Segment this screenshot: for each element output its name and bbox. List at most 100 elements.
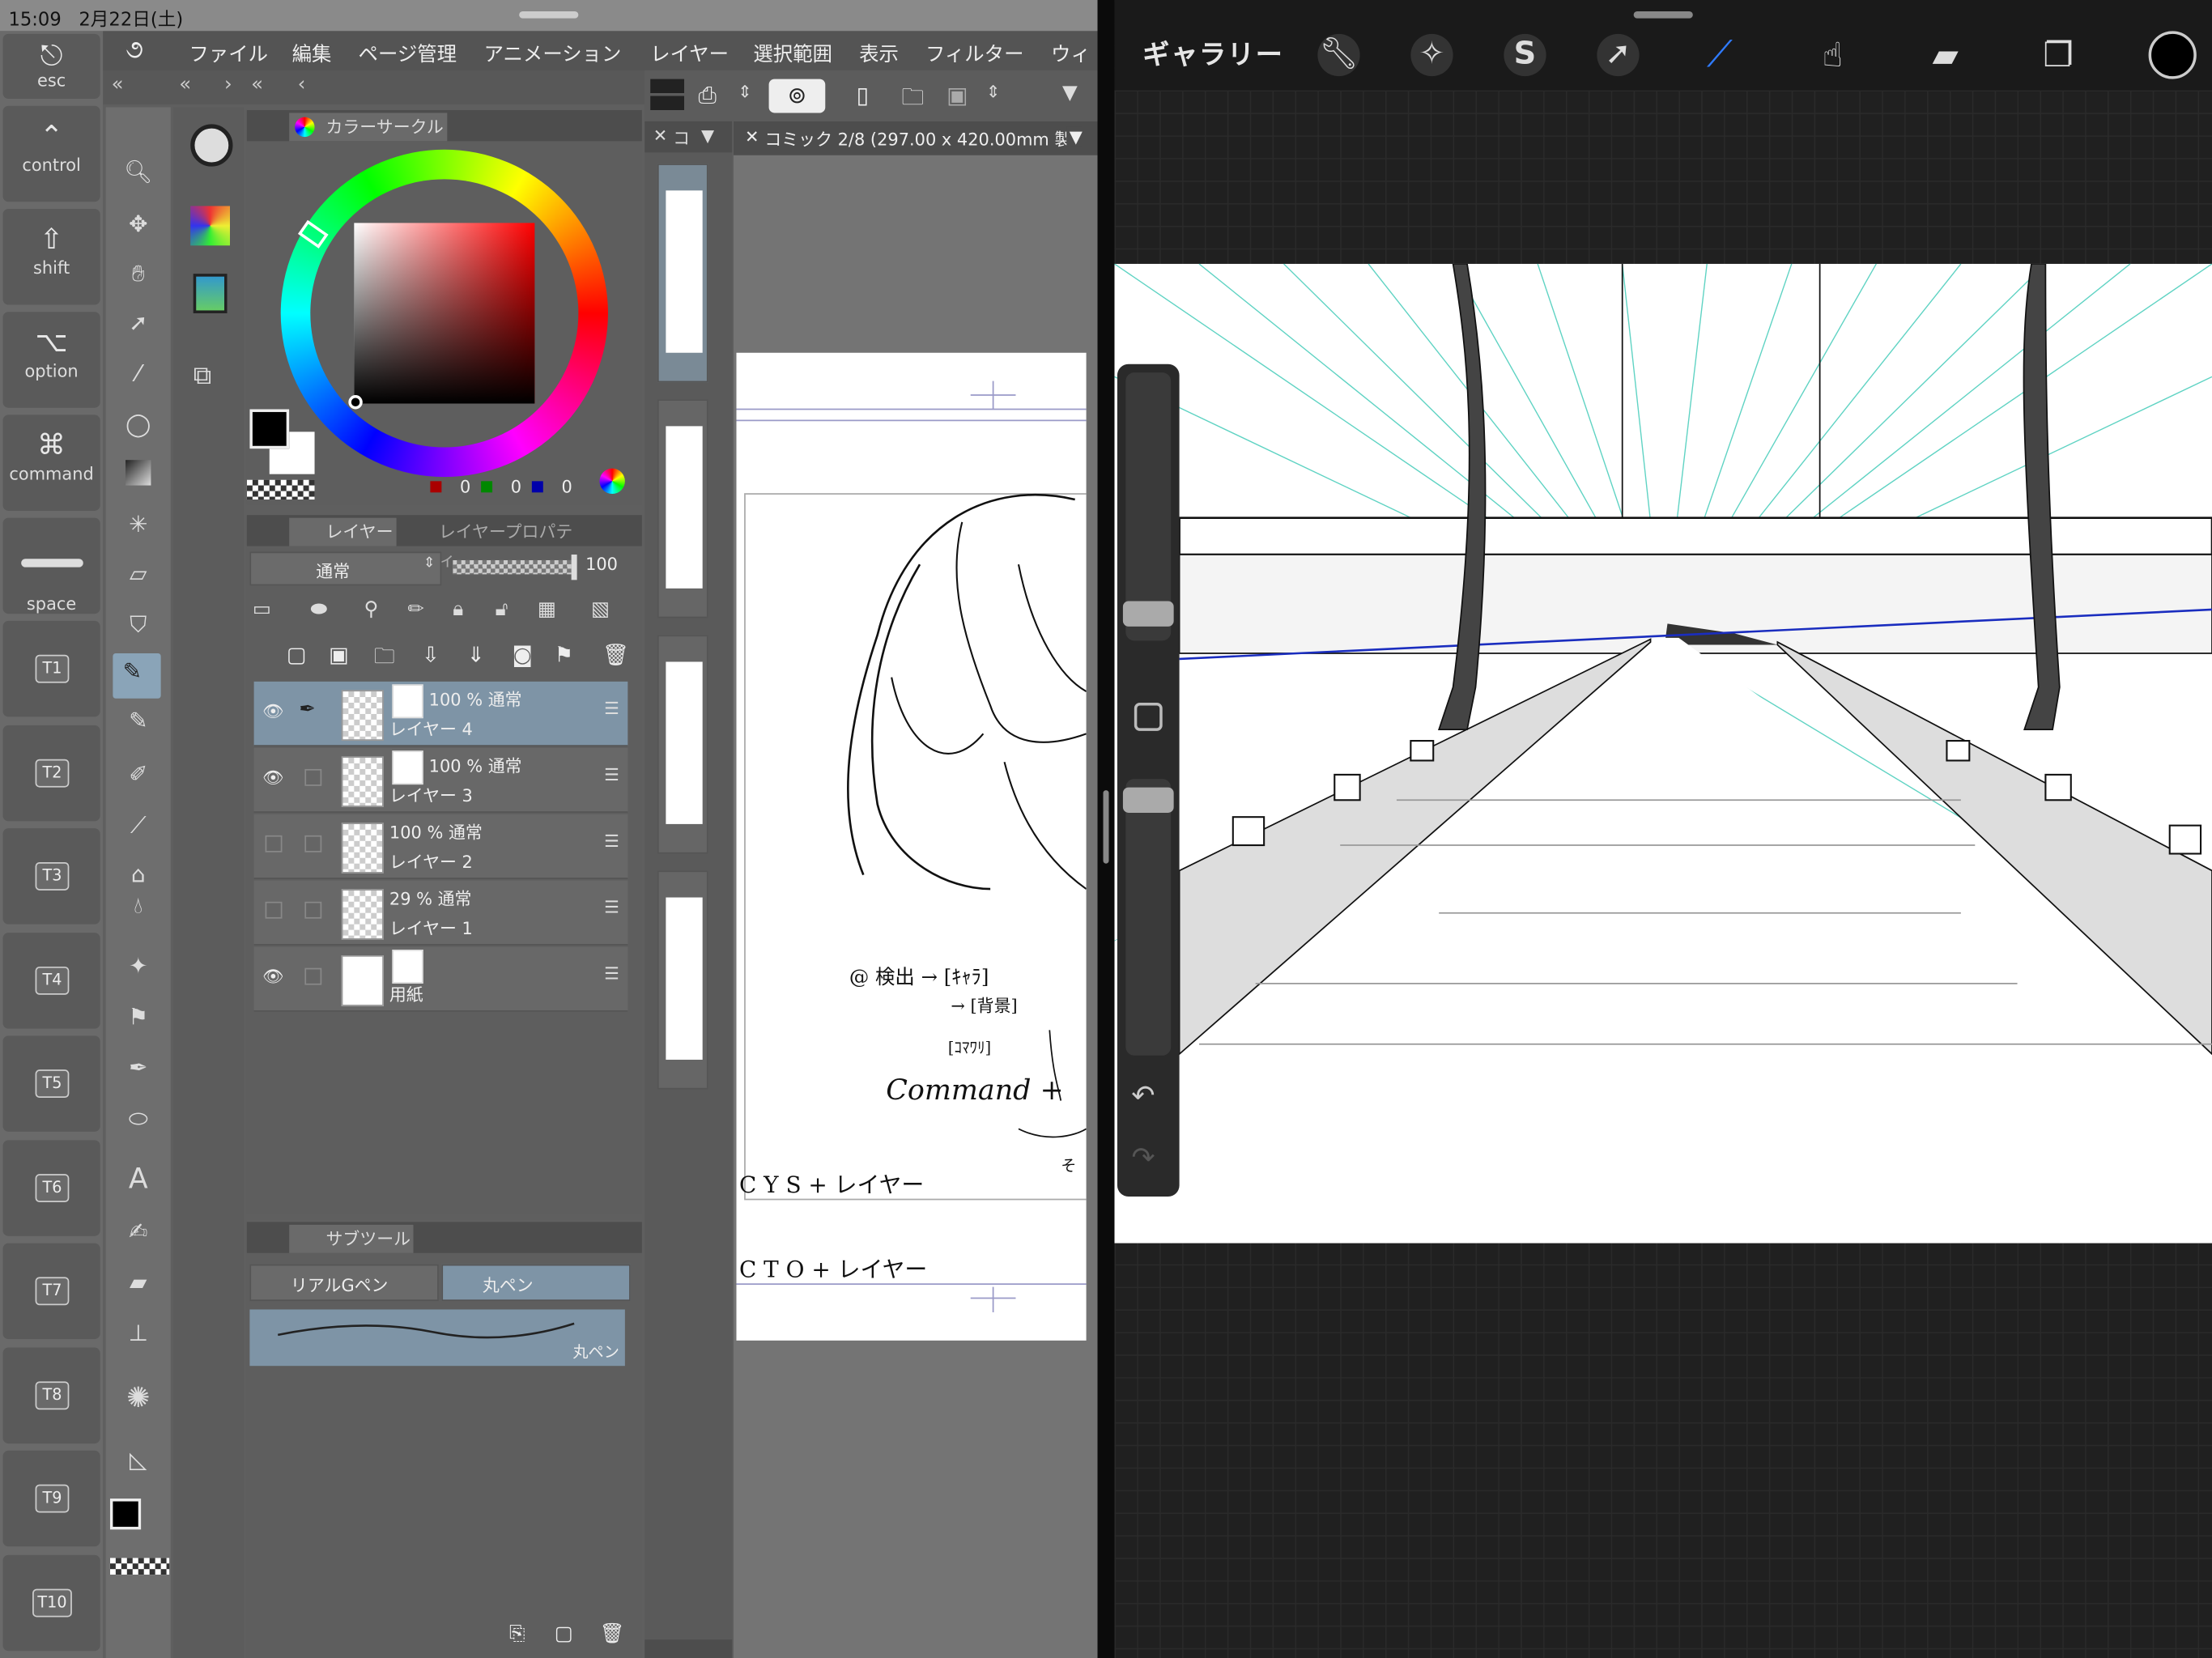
eraser-tool-icon[interactable]: ▱ bbox=[123, 559, 154, 589]
hand-icon[interactable]: ✋︎ bbox=[123, 258, 154, 289]
wrench-icon[interactable]: 🔧︎ bbox=[1315, 31, 1363, 79]
panel-main-color[interactable] bbox=[249, 409, 290, 449]
lock-icon[interactable]: 🔒︎ bbox=[453, 598, 463, 621]
ruler-icon[interactable]: ▰ bbox=[123, 1267, 154, 1298]
opacity-slider-handle[interactable] bbox=[571, 554, 577, 580]
animation-icon[interactable] bbox=[193, 274, 228, 313]
hamburger-icon[interactable]: ☰ bbox=[604, 765, 619, 784]
layer-row[interactable]: 100 % 通常 レイヤー 2 ☰ bbox=[253, 814, 628, 879]
eyedropper-icon[interactable]: ⁄ bbox=[123, 359, 154, 389]
brush-opacity-handle[interactable] bbox=[1122, 787, 1174, 813]
manuscript-page[interactable]: @ 検出 → [ｷｬﾗ] → [背景] [ｺﾏﾜﾘ] Command + そ C… bbox=[736, 352, 1098, 1341]
smudge-icon[interactable]: ☝︎ bbox=[1809, 31, 1857, 79]
t8-key[interactable]: T8 bbox=[2, 1347, 100, 1444]
layer-row[interactable]: 👁︎ ✒ 100 % 通常 レイヤー 4 ☰ bbox=[253, 681, 628, 747]
page-thumbnail[interactable] bbox=[657, 635, 708, 854]
object-select-icon[interactable]: ➚ bbox=[123, 308, 154, 338]
new-document-icon[interactable]: ▯ bbox=[857, 82, 869, 108]
brush-tool-icon[interactable]: ✐ bbox=[123, 759, 154, 790]
close-icon[interactable]: ✕ bbox=[653, 125, 668, 145]
perspective-artwork[interactable] bbox=[1114, 263, 2212, 1244]
blend-icon[interactable]: ⌂ bbox=[123, 859, 154, 890]
blend-mode-select[interactable]: 通常 ⇕ bbox=[249, 551, 442, 586]
color-picker-handle[interactable] bbox=[348, 395, 363, 410]
new-vector-layer-icon[interactable]: ▣ bbox=[329, 642, 349, 667]
selection-icon[interactable]: S bbox=[1501, 31, 1549, 79]
undo-icon[interactable]: ↶ bbox=[1131, 1078, 1155, 1112]
command-key[interactable]: ⌘ command bbox=[2, 414, 100, 511]
hamburger-icon[interactable]: ☰ bbox=[604, 963, 619, 983]
transfer-down-icon[interactable]: ⇩ bbox=[422, 642, 440, 667]
page-thumbnail[interactable] bbox=[657, 870, 708, 1090]
split-view-handle[interactable] bbox=[1103, 790, 1109, 864]
eraser-icon[interactable]: ▰ bbox=[1921, 31, 1969, 79]
layers-icon[interactable]: ❐ bbox=[2034, 31, 2082, 79]
clip-studio-logo-icon[interactable]: ૭ bbox=[125, 36, 143, 66]
lasso-icon[interactable]: ◯ bbox=[123, 409, 154, 440]
new-folder-icon[interactable]: 🗀 bbox=[374, 642, 395, 678]
esc-key[interactable]: ⎋ esc bbox=[2, 33, 100, 100]
subtool-maru-pen[interactable]: 丸ペン bbox=[441, 1264, 631, 1302]
visibility-checkbox[interactable] bbox=[265, 835, 283, 852]
ink-drop-icon[interactable]: 💧︎ bbox=[123, 891, 154, 921]
subtool-copy-icon[interactable]: ⎘ bbox=[509, 1622, 525, 1645]
split-view-divider[interactable] bbox=[1097, 0, 1115, 1658]
gradient-icon[interactable] bbox=[123, 460, 154, 491]
ellipse-icon[interactable]: ⬭ bbox=[123, 1103, 154, 1134]
layer-row[interactable]: 29 % 通常 レイヤー 1 ☰ bbox=[253, 880, 628, 946]
layer-mask-icon[interactable]: ◙ bbox=[512, 642, 532, 667]
clip-icon[interactable]: ⬬ bbox=[310, 598, 327, 621]
layer-color-icon[interactable]: ▭ bbox=[253, 598, 271, 621]
page-thumbnail[interactable] bbox=[657, 164, 708, 383]
merge-down-icon[interactable]: ⇓ bbox=[467, 642, 485, 667]
panel-transparent[interactable] bbox=[246, 479, 315, 500]
menu-view[interactable]: 表示 bbox=[859, 40, 899, 68]
t3-key[interactable]: T3 bbox=[2, 828, 100, 925]
lock-transparency-icon[interactable]: 🔓︎ bbox=[496, 598, 508, 621]
t1-key[interactable]: T1 bbox=[2, 620, 100, 717]
fill-icon[interactable]: ⛉ bbox=[123, 610, 154, 640]
new-raster-layer-icon[interactable]: ▢ bbox=[287, 642, 307, 667]
decoration-icon[interactable]: ⟋ bbox=[123, 810, 154, 840]
clip-studio-sync-icon[interactable]: ⊚ bbox=[768, 79, 826, 113]
hamburger-icon[interactable]: ☰ bbox=[604, 831, 619, 851]
chevron-down-icon[interactable]: ▼ bbox=[1066, 126, 1083, 147]
material-icon[interactable]: ⧉ bbox=[194, 361, 211, 391]
chevron-down-icon[interactable]: ▼ bbox=[1062, 82, 1078, 104]
menu-layer[interactable]: レイヤー bbox=[650, 40, 729, 68]
screen-icon[interactable]: ⎙ bbox=[698, 82, 716, 110]
brush-icon[interactable]: ⟋ bbox=[1695, 31, 1743, 79]
t4-key[interactable]: T4 bbox=[2, 933, 100, 1029]
quick-access-icon[interactable] bbox=[190, 124, 233, 167]
control-key[interactable]: ⌃ control bbox=[2, 105, 100, 202]
collapse-left-icon-3[interactable]: « bbox=[251, 74, 263, 96]
trash-icon[interactable]: 🗑︎ bbox=[602, 642, 629, 667]
magic-wand-icon[interactable]: ✧ bbox=[1408, 31, 1456, 79]
layer-row[interactable]: 👁︎ 100 % 通常 レイヤー 3 ☰ bbox=[253, 747, 628, 813]
t7-key[interactable]: T7 bbox=[2, 1243, 100, 1340]
redo-icon[interactable]: ↷ bbox=[1131, 1140, 1155, 1174]
chevron-down-icon[interactable]: ▼ bbox=[701, 125, 714, 145]
expand-right-icon[interactable]: › bbox=[224, 74, 232, 96]
main-color-swatch[interactable] bbox=[109, 1499, 142, 1530]
opacity-slider[interactable] bbox=[453, 559, 572, 575]
brush-size-handle[interactable] bbox=[1122, 601, 1174, 627]
option-key[interactable]: ⌥ option bbox=[2, 312, 100, 408]
auto-select-icon[interactable]: ✳ bbox=[123, 509, 154, 540]
layer-row[interactable]: 👁︎ 用紙 ☰ bbox=[253, 946, 628, 1012]
tab-subtool[interactable]: サブツール bbox=[289, 1224, 414, 1253]
saturation-value-square[interactable] bbox=[354, 223, 535, 404]
transparent-swatch[interactable] bbox=[109, 1558, 170, 1575]
shift-key[interactable]: ⇧ shift bbox=[2, 208, 100, 305]
eye-icon[interactable]: 👁︎ bbox=[262, 767, 284, 787]
color-picker-button[interactable] bbox=[2148, 31, 2197, 79]
collapse-left-icon-2[interactable]: « bbox=[179, 74, 191, 96]
sparkle-icon[interactable]: ✦ bbox=[123, 951, 154, 982]
mask-toggle-icon[interactable]: ▧ bbox=[591, 598, 610, 621]
gallery-button[interactable]: ギャラリー bbox=[1142, 34, 1283, 72]
close-icon[interactable]: ✕ bbox=[745, 127, 759, 147]
menu-edit[interactable]: 編集 bbox=[292, 40, 332, 68]
navigator-scrollbar[interactable] bbox=[644, 1639, 733, 1658]
pen-tool-icon[interactable]: ✎ bbox=[123, 657, 142, 684]
edit-target-checkbox[interactable] bbox=[304, 901, 322, 919]
